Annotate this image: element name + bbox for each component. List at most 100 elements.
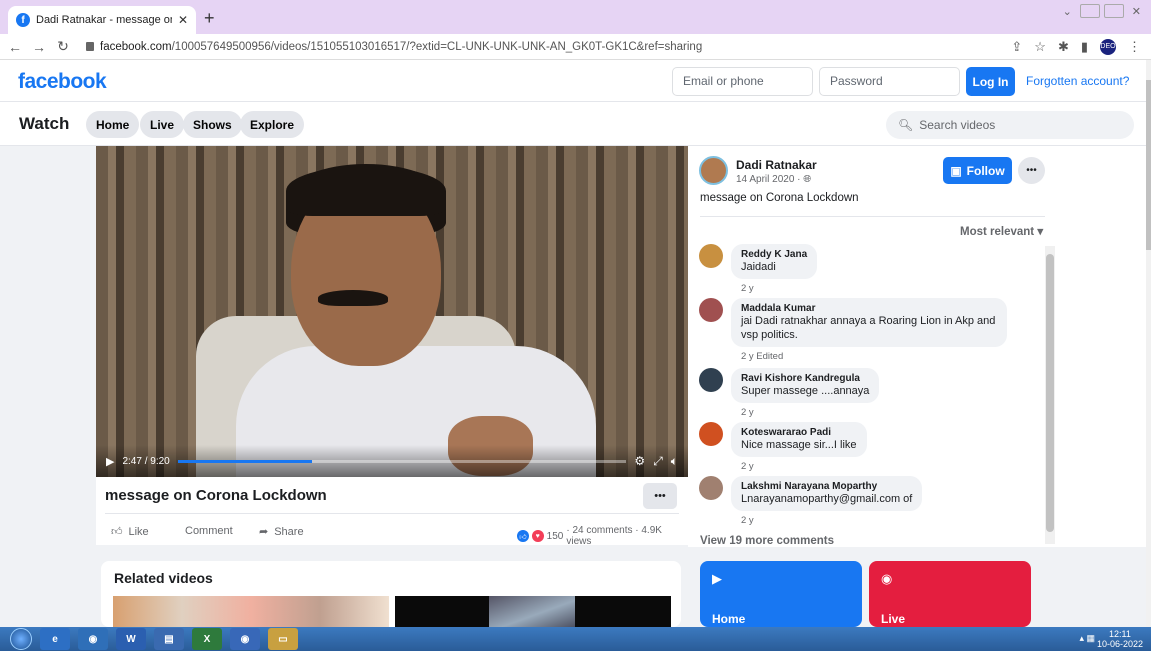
forgotten-account-link[interactable]: Forgotten account? bbox=[1026, 74, 1129, 88]
search-videos-input[interactable]: 🔍︎ Search videos bbox=[886, 111, 1134, 139]
video-meta-card: message on Corona Lockdown ••• 👍︎ Like Co… bbox=[96, 477, 688, 547]
commenter-name[interactable]: Reddy K Jana bbox=[741, 249, 807, 260]
video-stats: 👍︎ ♥ 150 · 24 comments · 4.9K views bbox=[517, 525, 688, 547]
commenter-avatar[interactable] bbox=[699, 476, 723, 500]
forward-icon[interactable]: → bbox=[30, 39, 48, 55]
url-field[interactable]: facebook.com/100057649500956/videos/1510… bbox=[86, 37, 1011, 57]
nav-live[interactable]: Live bbox=[140, 111, 185, 138]
share-icon[interactable]: ⇪ bbox=[1011, 39, 1022, 55]
extensions-puzzle-icon[interactable]: ✱ bbox=[1058, 39, 1069, 55]
back-icon[interactable]: ← bbox=[6, 39, 24, 55]
browser-tab[interactable]: f Dadi Ratnakar - message on Cor ✕ bbox=[8, 6, 196, 34]
video-player[interactable]: ▶ 2:47 / 9:20 ⚙ ⤢ 🔈︎ bbox=[96, 146, 688, 477]
live-nav-card[interactable]: ◉ Live bbox=[869, 561, 1031, 627]
excel-icon[interactable]: X bbox=[192, 628, 222, 650]
fullscreen-icon[interactable]: ⤢ bbox=[653, 454, 663, 469]
comment-bubble: Koteswararao Padi Nice massage sir...I li… bbox=[731, 422, 867, 457]
follow-button[interactable]: ▣ Follow bbox=[943, 157, 1012, 184]
globe-icon: 🌐︎ bbox=[803, 174, 812, 185]
author-name[interactable]: Dadi Ratnakar bbox=[736, 158, 817, 172]
chrome-icon[interactable]: ◉ bbox=[78, 628, 108, 650]
play-icon[interactable]: ▶ bbox=[106, 455, 114, 468]
login-button[interactable]: Log In bbox=[966, 67, 1015, 96]
related-video-thumbnail-image bbox=[489, 596, 575, 627]
lock-icon[interactable] bbox=[86, 42, 94, 51]
commenter-avatar[interactable] bbox=[699, 368, 723, 392]
comment-text: jai Dadi ratnakhar annaya a Roaring Lion… bbox=[741, 315, 996, 341]
email-field[interactable]: Email or phone bbox=[672, 67, 813, 96]
commenter-avatar[interactable] bbox=[699, 298, 723, 322]
file-explorer-icon[interactable]: ▭ bbox=[268, 628, 298, 650]
comment-button[interactable]: Comment bbox=[185, 525, 233, 537]
nav-explore[interactable]: Explore bbox=[240, 111, 305, 138]
comment-text: Lnarayanamoparthy@gmail.com of bbox=[741, 493, 913, 505]
browser-menu-icon[interactable]: ⋮ bbox=[1128, 39, 1141, 55]
bookmark-star-icon[interactable]: ☆ bbox=[1034, 39, 1046, 55]
post-date-text: 14 April 2020 · bbox=[736, 174, 804, 185]
close-window-button[interactable]: ✕ bbox=[1128, 5, 1145, 18]
close-tab-icon[interactable]: ✕ bbox=[178, 13, 188, 27]
restore-button[interactable] bbox=[1103, 4, 1124, 18]
password-field[interactable]: Password bbox=[819, 67, 960, 96]
chrome-profile-icon[interactable]: ◉ bbox=[230, 628, 260, 650]
view-more-comments-link[interactable]: View 19 more comments bbox=[700, 535, 834, 547]
video-time: 2:47 / 9:20 bbox=[122, 455, 170, 467]
related-videos-card: Related videos bbox=[101, 561, 681, 627]
nav-shows[interactable]: Shows bbox=[183, 111, 242, 138]
reload-icon[interactable]: ↻ bbox=[54, 38, 72, 55]
commenter-name[interactable]: Maddala Kumar bbox=[741, 303, 997, 314]
page-scrollbar-thumb[interactable] bbox=[1146, 80, 1151, 250]
sort-label: Most relevant bbox=[960, 226, 1035, 238]
watch-navbar: Watch Home Live Shows Explore 🔍︎ Search … bbox=[0, 102, 1146, 146]
comment-text: Super massege ....annaya bbox=[741, 385, 870, 397]
notepad-icon[interactable]: ▤ bbox=[154, 628, 184, 650]
author-avatar[interactable] bbox=[699, 156, 728, 185]
commenter-name[interactable]: Ravi Kishore Kandregula bbox=[741, 373, 869, 384]
comments-views-count[interactable]: · 24 comments · 4.9K views bbox=[566, 525, 688, 547]
caret-down-icon: ▾ bbox=[1037, 226, 1044, 238]
comments-scrollbar-thumb[interactable] bbox=[1046, 254, 1054, 532]
nav-home[interactable]: Home bbox=[86, 111, 140, 138]
commenter-avatar[interactable] bbox=[699, 422, 723, 446]
share-button[interactable]: ➦ Share bbox=[259, 525, 304, 539]
side-panel-icon[interactable]: ▮ bbox=[1081, 39, 1088, 55]
clock-time: 12:11 bbox=[1109, 629, 1131, 639]
comment-text: Jaidadi bbox=[741, 261, 776, 273]
commenter-name[interactable]: Lakshmi Narayana Moparthy bbox=[741, 481, 912, 492]
divider bbox=[700, 216, 1045, 217]
browser-tabstrip: f Dadi Ratnakar - message on Cor ✕ + ⌄ ✕ bbox=[0, 0, 1151, 34]
comment-text: Nice massage sir...I like bbox=[741, 439, 857, 451]
search-placeholder: Search videos bbox=[919, 118, 996, 132]
internet-explorer-icon[interactable]: e bbox=[40, 628, 70, 650]
profile-avatar-icon[interactable]: DEO bbox=[1100, 38, 1116, 55]
home-nav-card[interactable]: ▶ Home bbox=[700, 561, 862, 627]
commenter-name[interactable]: Koteswararao Padi bbox=[741, 427, 857, 438]
video-more-button[interactable]: ••• bbox=[643, 483, 677, 509]
page-scrollbar[interactable] bbox=[1146, 60, 1151, 627]
volume-icon[interactable]: 🔈︎ bbox=[671, 454, 678, 469]
video-progress-bar[interactable] bbox=[177, 459, 627, 463]
facebook-logo[interactable]: facebook bbox=[18, 70, 107, 94]
related-video-thumbnail[interactable] bbox=[113, 596, 389, 627]
sort-comments-dropdown[interactable]: Most relevant ▾ bbox=[960, 224, 1043, 238]
clock-date: 10-06-2022 bbox=[1096, 639, 1143, 649]
minimize-button[interactable] bbox=[1079, 4, 1100, 18]
taskbar-clock[interactable]: 12:11 10-06-2022 bbox=[1097, 629, 1143, 649]
system-tray[interactable]: ▴ ▦ bbox=[1079, 633, 1095, 644]
post-more-button[interactable]: ••• bbox=[1018, 157, 1045, 184]
comment-bubble: Reddy K Jana Jaidadi bbox=[731, 244, 818, 279]
related-video-thumbnail[interactable] bbox=[395, 596, 671, 627]
like-button[interactable]: 👍︎ Like bbox=[111, 525, 149, 539]
commenter-avatar[interactable] bbox=[699, 244, 723, 268]
word-icon[interactable]: W bbox=[116, 628, 146, 650]
play-icon: ▶ bbox=[712, 571, 722, 586]
comment-item: Koteswararao Padi Nice massage sir...I li… bbox=[699, 422, 867, 472]
start-button[interactable] bbox=[10, 628, 32, 650]
reactions-count[interactable]: 150 bbox=[547, 531, 564, 542]
new-tab-icon[interactable]: + bbox=[204, 8, 215, 29]
settings-gear-icon[interactable]: ⚙ bbox=[634, 454, 645, 468]
tab-search-icon[interactable]: ⌄ bbox=[1059, 5, 1076, 18]
tab-title: Dadi Ratnakar - message on Cor bbox=[36, 14, 172, 26]
comment-meta: 2 y bbox=[741, 283, 754, 294]
follow-icon: ▣ bbox=[950, 163, 962, 178]
